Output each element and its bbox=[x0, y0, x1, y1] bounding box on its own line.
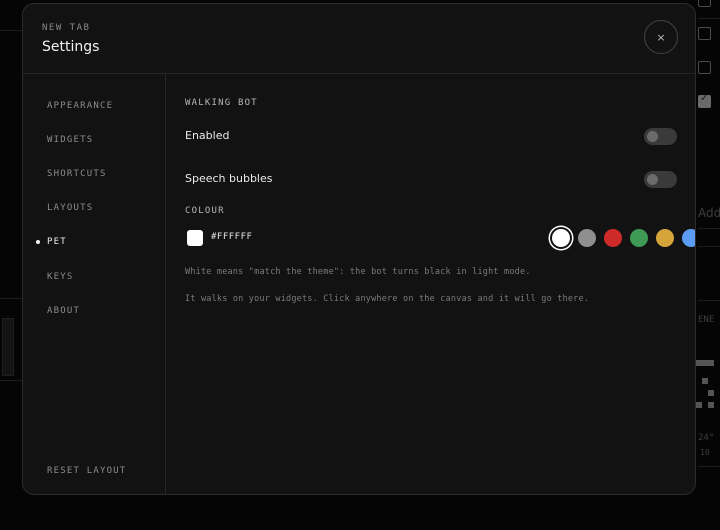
modal-eyebrow: NEW TAB bbox=[42, 23, 91, 33]
colour-hex-value: #FFFFFF bbox=[211, 232, 253, 242]
settings-modal: NEW TAB Settings × APPEARANCE WIDGETS SH… bbox=[22, 3, 696, 495]
enabled-label: Enabled bbox=[185, 129, 230, 142]
background-checkbox bbox=[698, 93, 711, 108]
background-divider bbox=[698, 300, 720, 301]
swatch-white[interactable] bbox=[552, 229, 570, 247]
sidebar-item-shortcuts[interactable]: SHORTCUTS bbox=[47, 169, 107, 179]
close-button[interactable]: × bbox=[644, 20, 678, 54]
background-pixel-art bbox=[696, 360, 720, 410]
background-divider bbox=[0, 380, 22, 381]
modal-title: Settings bbox=[42, 39, 100, 55]
close-icon: × bbox=[656, 30, 666, 44]
reset-layout-button[interactable]: RESET LAYOUT bbox=[47, 466, 126, 476]
toggle-knob bbox=[647, 174, 658, 185]
enabled-toggle[interactable] bbox=[644, 128, 677, 145]
background-checkbox bbox=[698, 0, 711, 7]
sidebar-item-about[interactable]: ABOUT bbox=[47, 306, 80, 316]
background-bar bbox=[2, 318, 14, 376]
background-divider bbox=[0, 30, 22, 31]
sidebar-item-layouts[interactable]: LAYOUTS bbox=[47, 203, 93, 213]
background-text: 24° bbox=[698, 433, 715, 443]
background-divider bbox=[698, 246, 720, 247]
speech-bubbles-toggle[interactable] bbox=[644, 171, 677, 188]
sidebar-item-widgets[interactable]: WIDGETS bbox=[47, 135, 93, 145]
background-text: ENE bbox=[698, 315, 715, 325]
swatch-red[interactable] bbox=[604, 229, 622, 247]
speech-bubbles-label: Speech bubbles bbox=[185, 172, 273, 185]
background-text: 10 bbox=[700, 448, 710, 457]
toggle-knob bbox=[647, 131, 658, 142]
settings-sidebar: APPEARANCE WIDGETS SHORTCUTS LAYOUTS PET… bbox=[23, 73, 166, 494]
sidebar-item-label: PET bbox=[47, 237, 67, 247]
background-divider bbox=[698, 18, 720, 19]
background-checkbox bbox=[698, 61, 711, 74]
background-checkbox bbox=[698, 27, 711, 40]
swatch-gray[interactable] bbox=[578, 229, 596, 247]
colour-picker-swatch[interactable] bbox=[187, 230, 203, 246]
pet-settings-panel: WALKING BOT Enabled Speech bubbles COLOU… bbox=[166, 73, 695, 494]
background-text: Add bbox=[698, 206, 720, 220]
sidebar-item-appearance[interactable]: APPEARANCE bbox=[47, 101, 113, 111]
colour-hint-text: White means "match the theme": the bot t… bbox=[185, 267, 531, 277]
sidebar-item-pet[interactable]: PET bbox=[36, 237, 67, 247]
background-divider bbox=[698, 228, 720, 229]
swatch-green[interactable] bbox=[630, 229, 648, 247]
behavior-hint-text: It walks on your widgets. Click anywhere… bbox=[185, 294, 590, 304]
background-divider bbox=[698, 466, 720, 467]
section-title-colour: COLOUR bbox=[185, 206, 225, 216]
active-indicator-dot bbox=[36, 240, 40, 244]
swatch-blue[interactable] bbox=[682, 229, 695, 247]
sidebar-item-keys[interactable]: KEYS bbox=[47, 272, 73, 282]
swatch-yellow[interactable] bbox=[656, 229, 674, 247]
background-divider bbox=[0, 298, 22, 299]
section-title-walking-bot: WALKING BOT bbox=[185, 98, 258, 108]
modal-header: NEW TAB Settings × bbox=[23, 4, 695, 74]
